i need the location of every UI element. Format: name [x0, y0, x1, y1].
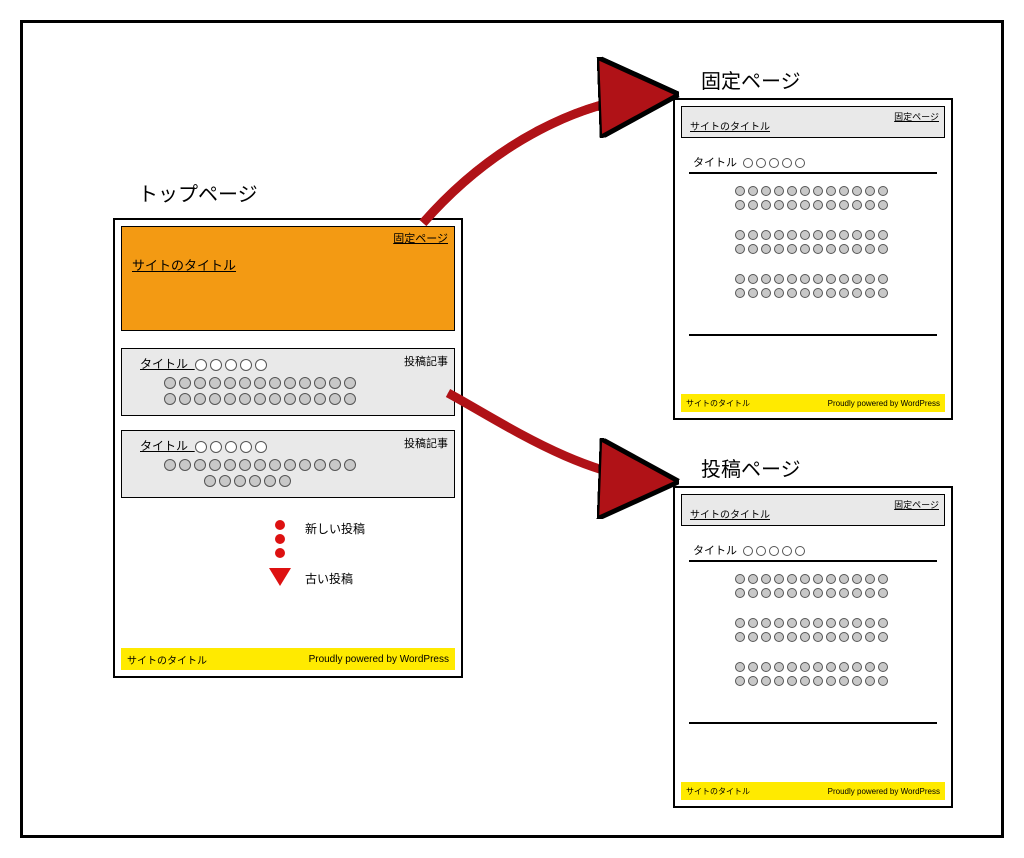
text-dots-row: [735, 662, 888, 672]
hero-banner: 固定ページ サイトのタイトル: [121, 226, 455, 331]
text-dots-row: [735, 288, 888, 298]
divider: [689, 722, 937, 724]
footer-site-title[interactable]: サイトのタイトル: [686, 786, 750, 797]
footer-bar: サイトのタイトル Proudly powered by WordPress: [681, 394, 945, 412]
text-dots-row: [735, 588, 888, 598]
mockup-post-page: 固定ページ サイトのタイトル タイトル サイトのタイトル Proudly pow…: [673, 486, 953, 808]
divider: [689, 560, 937, 562]
site-title[interactable]: サイトのタイトル: [690, 506, 770, 521]
text-dots-row: [735, 274, 888, 284]
label-old-posts: 古い投稿: [305, 570, 353, 587]
dot-icon: [275, 534, 285, 544]
divider: [689, 334, 937, 336]
text-dots-row: [735, 574, 888, 584]
nav-link-fixed-page[interactable]: 固定ページ: [894, 110, 939, 123]
post-card: 投稿記事 タイトル: [121, 348, 455, 416]
nav-link-fixed-page[interactable]: 固定ページ: [894, 498, 939, 511]
footer-bar: サイトのタイトル Proudly powered by WordPress: [121, 648, 455, 670]
post-title-link[interactable]: タイトル: [140, 437, 267, 454]
text-dots-row: [735, 618, 888, 628]
arrow-to-post-page: [448, 393, 663, 481]
text-dots-row: [735, 230, 888, 240]
text-dots-row: [735, 186, 888, 196]
dot-icon: [275, 548, 285, 558]
site-title[interactable]: サイトのタイトル: [132, 255, 236, 274]
flow-dots: [275, 520, 285, 558]
footer-site-title[interactable]: サイトのタイトル: [686, 398, 750, 409]
mini-header: 固定ページ サイトのタイトル: [681, 494, 945, 526]
heading-top-page: トップページ: [138, 178, 258, 207]
footer-bar: サイトのタイトル Proudly powered by WordPress: [681, 782, 945, 800]
post-tag: 投稿記事: [404, 353, 448, 369]
label-new-posts: 新しい投稿: [305, 520, 365, 537]
text-dots-row: [735, 200, 888, 210]
dot-icon: [275, 520, 285, 530]
footer-credit[interactable]: Proudly powered by WordPress: [828, 787, 940, 796]
heading-fixed-page: 固定ページ: [701, 65, 801, 94]
diagram-canvas: トップページ 固定ページ 投稿ページ 固定ページ サイトのタイトル 投稿記事 タ…: [20, 20, 1004, 838]
nav-link-fixed-page[interactable]: 固定ページ: [393, 230, 448, 246]
text-dots-row: [735, 244, 888, 254]
mini-header: 固定ページ サイトのタイトル: [681, 106, 945, 138]
post-tag: 投稿記事: [404, 435, 448, 451]
divider: [689, 172, 937, 174]
mockup-fixed-page: 固定ページ サイトのタイトル タイトル サイトのタイトル Proudly pow…: [673, 98, 953, 420]
footer-credit[interactable]: Proudly powered by WordPress: [309, 654, 449, 665]
footer-credit[interactable]: Proudly powered by WordPress: [828, 399, 940, 408]
site-title[interactable]: サイトのタイトル: [690, 118, 770, 133]
mockup-top-page: 固定ページ サイトのタイトル 投稿記事 タイトル 投稿記事 タイトル: [113, 218, 463, 678]
text-dots-row: [735, 676, 888, 686]
footer-site-title[interactable]: サイトのタイトル: [127, 652, 207, 667]
text-dots-row: [164, 393, 356, 405]
post-card: 投稿記事 タイトル: [121, 430, 455, 498]
text-dots-row: [735, 632, 888, 642]
arrow-to-fixed-page: [423, 95, 663, 223]
post-title-link[interactable]: タイトル: [140, 355, 267, 372]
heading-post-page: 投稿ページ: [701, 453, 801, 482]
content-title: タイトル: [693, 542, 805, 558]
text-dots-row: [164, 459, 356, 471]
text-dots-row: [204, 475, 291, 487]
text-dots-row: [164, 377, 356, 389]
triangle-down-icon: [269, 568, 291, 586]
content-title: タイトル: [693, 154, 805, 170]
